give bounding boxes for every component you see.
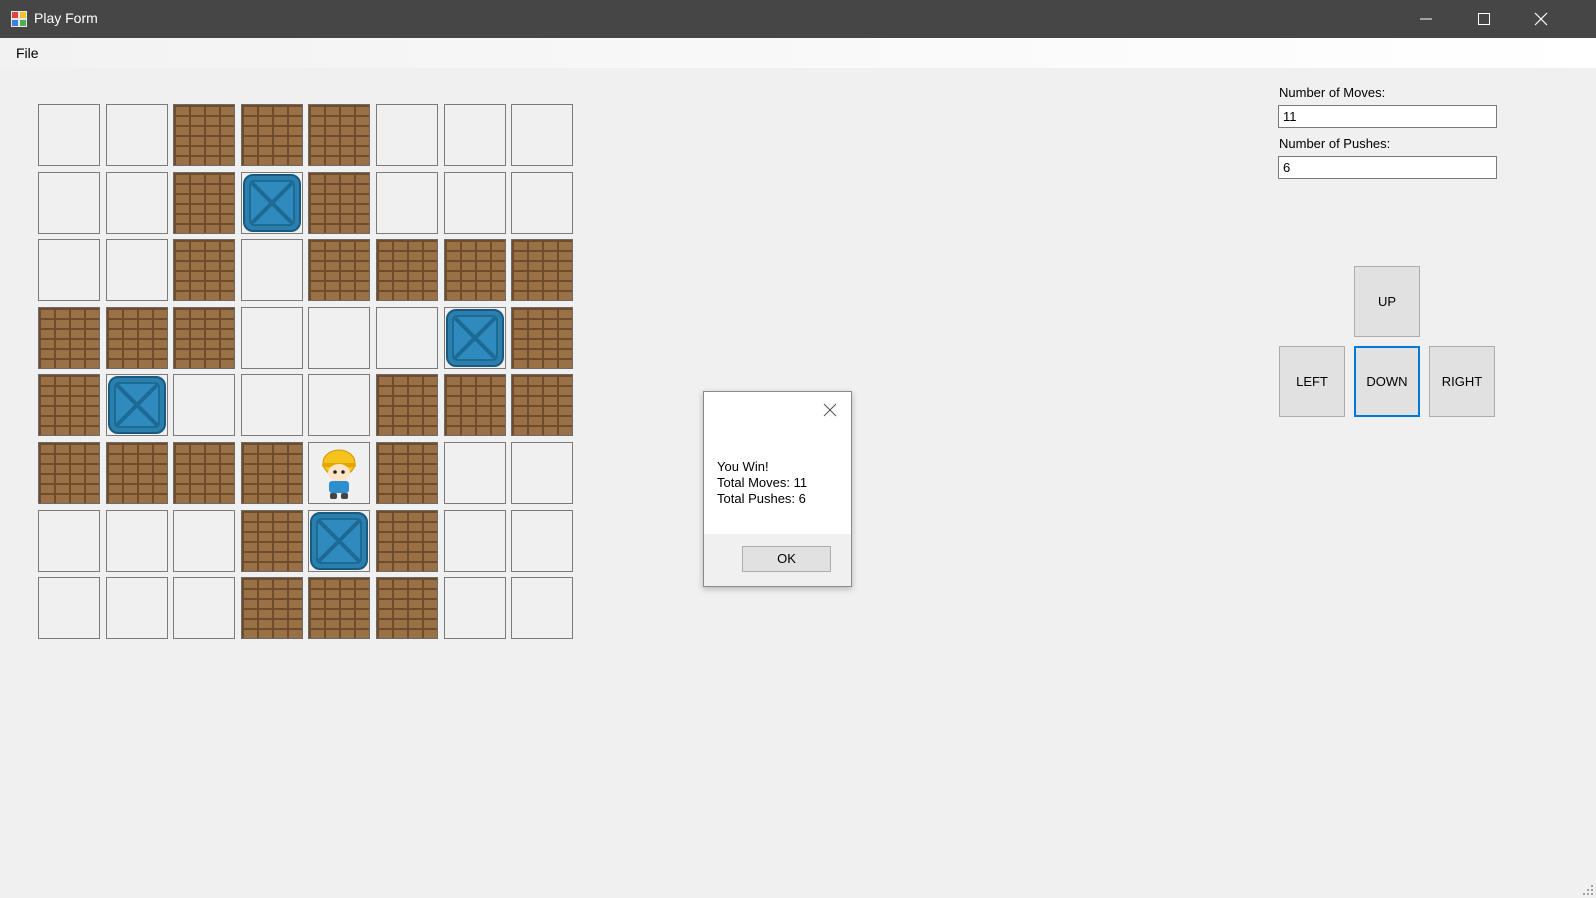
cell-wall bbox=[173, 442, 235, 504]
cell-wall bbox=[376, 239, 438, 301]
cell-wall bbox=[241, 510, 303, 572]
moves-label: Number of Moves: bbox=[1279, 85, 1386, 100]
cell-floor bbox=[106, 577, 168, 639]
cell-floor bbox=[38, 577, 100, 639]
cell-floor bbox=[38, 104, 100, 166]
player-icon bbox=[322, 449, 356, 499]
cell-wall bbox=[38, 374, 100, 436]
cell-wall bbox=[106, 442, 168, 504]
resize-grip-icon[interactable] bbox=[1582, 884, 1594, 896]
cell-wall bbox=[241, 442, 303, 504]
cell-wall bbox=[511, 374, 573, 436]
cell-floor bbox=[376, 104, 438, 166]
cell-wall bbox=[444, 374, 506, 436]
crate-icon bbox=[446, 309, 504, 367]
cell-wall bbox=[38, 307, 100, 369]
cell-floor bbox=[241, 307, 303, 369]
cell-wall bbox=[38, 442, 100, 504]
cell-wall bbox=[511, 307, 573, 369]
cell-wall bbox=[173, 104, 235, 166]
cell-floor bbox=[511, 104, 573, 166]
cell-crate bbox=[308, 510, 370, 572]
dialog-body: You Win! Total Moves: 11 Total Pushes: 6 bbox=[704, 392, 851, 534]
pushes-field[interactable]: 6 bbox=[1278, 156, 1497, 179]
cell-floor bbox=[444, 172, 506, 234]
crate-icon bbox=[243, 174, 301, 232]
cell-wall bbox=[308, 577, 370, 639]
title-bar: Play Form bbox=[0, 0, 1596, 38]
right-button[interactable]: RIGHT bbox=[1429, 346, 1495, 417]
dialog-message: You Win! Total Moves: 11 Total Pushes: 6 bbox=[717, 459, 808, 506]
cell-floor bbox=[38, 239, 100, 301]
cell-floor bbox=[444, 442, 506, 504]
cell-floor bbox=[106, 510, 168, 572]
cell-floor bbox=[308, 374, 370, 436]
cell-floor bbox=[106, 172, 168, 234]
cell-floor bbox=[173, 510, 235, 572]
minimize-icon bbox=[1420, 18, 1432, 20]
cell-floor bbox=[444, 577, 506, 639]
maximize-icon bbox=[1478, 13, 1490, 25]
cell-floor bbox=[511, 577, 573, 639]
cell-floor bbox=[308, 307, 370, 369]
crate-icon bbox=[108, 376, 166, 434]
cell-wall bbox=[173, 307, 235, 369]
cell-wall bbox=[308, 104, 370, 166]
cell-wall bbox=[511, 239, 573, 301]
cell-floor bbox=[241, 239, 303, 301]
window-title: Play Form bbox=[34, 10, 98, 26]
cell-wall bbox=[106, 307, 168, 369]
ok-button[interactable]: OK bbox=[742, 546, 831, 572]
cell-floor bbox=[511, 510, 573, 572]
cell-floor bbox=[376, 307, 438, 369]
cell-floor bbox=[511, 442, 573, 504]
maximize-button[interactable] bbox=[1455, 0, 1513, 38]
close-button[interactable] bbox=[1512, 0, 1570, 38]
cell-floor bbox=[241, 374, 303, 436]
cell-floor bbox=[38, 510, 100, 572]
cell-floor bbox=[376, 172, 438, 234]
win-dialog: You Win! Total Moves: 11 Total Pushes: 6… bbox=[703, 391, 852, 587]
cell-wall bbox=[173, 239, 235, 301]
cell-floor bbox=[444, 510, 506, 572]
app-icon bbox=[11, 11, 27, 27]
cell-floor bbox=[173, 577, 235, 639]
cell-wall bbox=[376, 510, 438, 572]
cell-player bbox=[308, 442, 370, 504]
cell-floor bbox=[511, 172, 573, 234]
left-button[interactable]: LEFT bbox=[1279, 346, 1345, 417]
cell-wall bbox=[173, 172, 235, 234]
cell-wall bbox=[308, 172, 370, 234]
cell-wall bbox=[444, 239, 506, 301]
minimize-button[interactable] bbox=[1397, 0, 1455, 38]
cell-floor bbox=[173, 374, 235, 436]
dialog-close-icon[interactable] bbox=[823, 403, 837, 417]
cell-wall bbox=[308, 239, 370, 301]
cell-wall bbox=[376, 442, 438, 504]
menu-file[interactable]: File bbox=[16, 45, 39, 61]
moves-field[interactable]: 11 bbox=[1278, 105, 1497, 128]
cell-crate bbox=[241, 172, 303, 234]
cell-wall bbox=[241, 104, 303, 166]
crate-icon bbox=[310, 512, 368, 570]
menu-bar: File bbox=[0, 38, 1596, 68]
cell-floor bbox=[38, 172, 100, 234]
close-icon bbox=[1534, 12, 1548, 26]
cell-floor bbox=[444, 104, 506, 166]
cell-wall bbox=[241, 577, 303, 639]
cell-floor bbox=[106, 104, 168, 166]
pushes-label: Number of Pushes: bbox=[1279, 136, 1391, 151]
cell-wall bbox=[376, 577, 438, 639]
cell-wall bbox=[376, 374, 438, 436]
cell-crate bbox=[444, 307, 506, 369]
up-button[interactable]: UP bbox=[1354, 266, 1420, 337]
cell-floor bbox=[106, 239, 168, 301]
down-button[interactable]: DOWN bbox=[1354, 346, 1420, 417]
cell-crate bbox=[106, 374, 168, 436]
